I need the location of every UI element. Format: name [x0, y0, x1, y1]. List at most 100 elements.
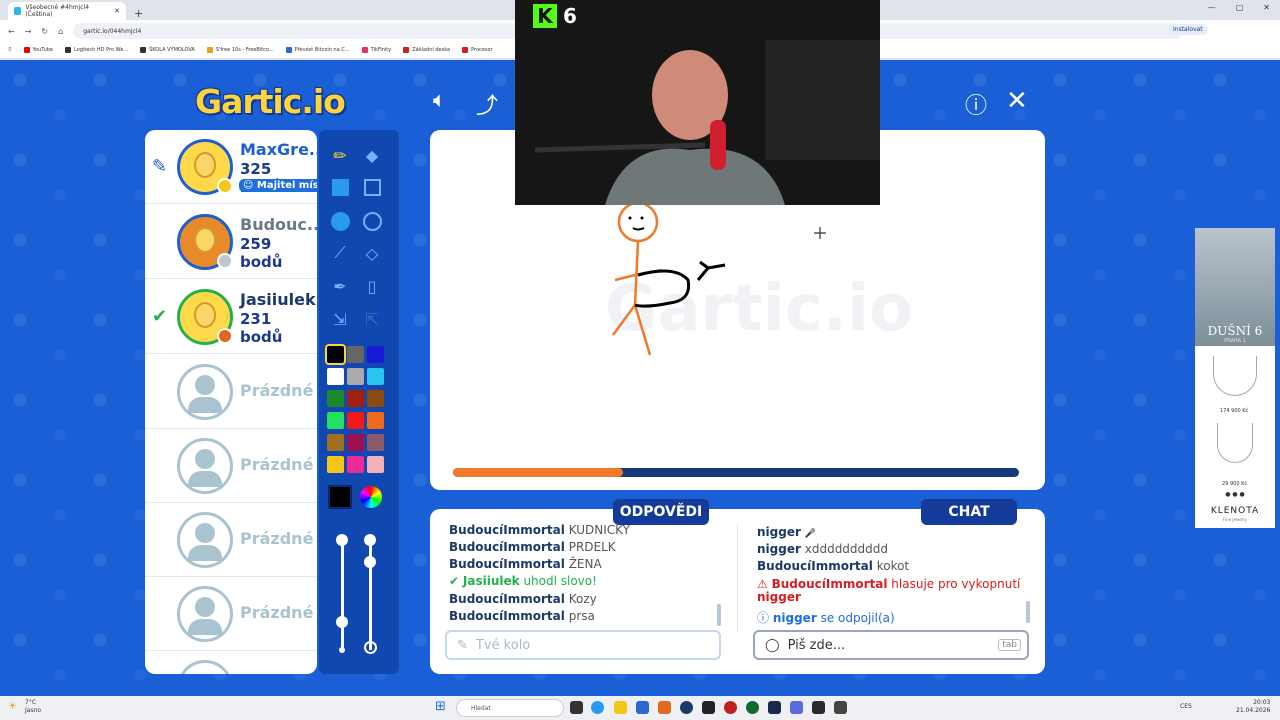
empty-slot-label: Prázdné: [240, 529, 314, 548]
line-tool-icon[interactable]: ⟋: [327, 240, 353, 266]
color-picker-icon[interactable]: [360, 486, 382, 508]
empty-avatar-icon: [177, 660, 233, 674]
color-swatch[interactable]: [327, 368, 344, 385]
empty-avatar-icon: [177, 586, 233, 642]
jewelry-ad[interactable]: DUŠNÍ 6 PRAHA 1 174 900 Kč 29 900 Kč ● ●…: [1195, 228, 1275, 528]
color-swatch[interactable]: [347, 456, 364, 473]
pencil-tool-icon[interactable]: ✏: [327, 142, 353, 168]
color-swatch[interactable]: [347, 434, 364, 451]
maximize-icon[interactable]: ▢: [1236, 3, 1244, 12]
weather-icon: ☀: [8, 701, 17, 712]
app-icon[interactable]: [658, 701, 671, 714]
redo-icon[interactable]: ⇱: [359, 306, 385, 332]
answer-input[interactable]: ✎ Tvé kolo: [445, 630, 721, 660]
size-slider-knob[interactable]: [336, 534, 348, 546]
chat-input[interactable]: ◯ Piš zde... tab: [753, 630, 1029, 660]
close-icon[interactable]: ✕: [1006, 86, 1028, 116]
color-swatch[interactable]: [327, 456, 344, 473]
close-tab-icon[interactable]: ✕: [114, 7, 120, 15]
bookmark-bitcoin[interactable]: Převést Bitcoin na C...: [285, 47, 350, 53]
color-swatch[interactable]: [367, 434, 384, 451]
color-swatch[interactable]: [347, 368, 364, 385]
app-icon[interactable]: [746, 701, 759, 714]
new-tab-icon[interactable]: +: [134, 7, 143, 20]
opacity-slider-knob[interactable]: [364, 534, 376, 546]
player-row[interactable]: Budouc... 259 bodů: [145, 205, 317, 279]
app-icon[interactable]: [812, 701, 825, 714]
opacity-slider-knob-high[interactable]: [364, 556, 376, 568]
home-icon[interactable]: ⌂: [58, 27, 63, 36]
circle-tool-icon[interactable]: [359, 208, 385, 234]
color-swatch[interactable]: [367, 390, 384, 407]
chrome-icon[interactable]: [591, 701, 604, 714]
color-swatch[interactable]: [347, 412, 364, 429]
player-row[interactable]: ✎ MaxGre... 325 bodů ☺ Majitel mís: [145, 130, 317, 204]
color-swatch[interactable]: [347, 346, 364, 363]
app-icon[interactable]: [834, 701, 847, 714]
task-view-icon[interactable]: [570, 701, 583, 714]
color-swatch[interactable]: [327, 390, 344, 407]
bookmark-procesor[interactable]: Procesor: [462, 47, 493, 53]
empty-avatar-icon: [177, 364, 233, 420]
warning-icon: ⚠: [757, 577, 768, 591]
color-swatch[interactable]: [367, 368, 384, 385]
forward-icon[interactable]: →: [25, 27, 32, 36]
answers-scrollbar[interactable]: [717, 604, 721, 626]
chat-scrollbar[interactable]: [1026, 601, 1030, 623]
bookmark-logitech[interactable]: Logitech HD Pro We...: [65, 47, 128, 53]
necklace-image: [1217, 423, 1253, 463]
player-row[interactable]: ✔ Jasiiulek 231 bodů: [145, 280, 317, 354]
info-icon[interactable]: ⓘ: [965, 88, 987, 120]
back-icon[interactable]: ←: [8, 27, 15, 36]
ad-store-name: DUŠNÍ 6: [1207, 324, 1263, 338]
weather-widget[interactable]: 7°C Jasno: [25, 699, 41, 715]
close-window-icon[interactable]: ✕: [1263, 3, 1270, 12]
clock[interactable]: 20:03 21.04.2026: [1236, 699, 1270, 715]
fill-bucket-icon[interactable]: ◇: [359, 240, 385, 266]
bookmark-freebitco[interactable]: S'free 10s - FreeBitco...: [206, 47, 274, 53]
filled-circle-tool-icon[interactable]: [327, 208, 353, 234]
eyedropper-icon[interactable]: ✒: [327, 273, 353, 299]
bookmark-tikfinity[interactable]: TikFinity: [361, 47, 391, 53]
app-icon[interactable]: [680, 701, 693, 714]
reload-icon[interactable]: ↻: [41, 27, 48, 36]
app-icon[interactable]: [724, 701, 737, 714]
rect-tool-icon[interactable]: [359, 174, 385, 200]
install-button[interactable]: Instalovat: [1168, 24, 1208, 35]
language-indicator[interactable]: CES: [1180, 703, 1192, 710]
empty-slot-label: Prázdné: [240, 381, 314, 400]
check-icon: ✔: [152, 306, 168, 327]
color-swatch[interactable]: [367, 456, 384, 473]
color-swatch[interactable]: [367, 346, 384, 363]
brush-size-large-icon: [364, 641, 377, 654]
color-swatch[interactable]: [367, 412, 384, 429]
color-swatch[interactable]: [325, 344, 346, 365]
minimize-icon[interactable]: —: [1208, 3, 1216, 12]
start-icon[interactable]: ⊞: [435, 699, 446, 714]
filled-rect-tool-icon[interactable]: [327, 174, 353, 200]
mail-icon[interactable]: [636, 701, 649, 714]
bookmark-zakladni-deska[interactable]: Základní deska: [403, 47, 450, 53]
discord-icon[interactable]: [790, 701, 803, 714]
color-swatch[interactable]: [327, 434, 344, 451]
size-slider[interactable]: [341, 540, 344, 650]
share-icon[interactable]: ⤴: [476, 88, 498, 120]
undo-icon[interactable]: ⇲: [327, 306, 353, 332]
color-swatch[interactable]: [327, 412, 344, 429]
eraser-tool-icon[interactable]: ◆: [359, 142, 385, 168]
bookmark-skola[interactable]: ŠKOLA VÝMOLOVA: [140, 47, 195, 53]
file-explorer-icon[interactable]: [614, 701, 627, 714]
sound-icon[interactable]: 🔈︎: [433, 88, 446, 113]
steam-icon[interactable]: [768, 701, 781, 714]
page-icon[interactable]: ▯: [359, 273, 385, 299]
chat-tab[interactable]: CHAT: [921, 499, 1017, 525]
answers-tab[interactable]: ODPOVĚDI: [613, 499, 709, 525]
chat-message: nigger 🎤: [757, 525, 816, 539]
color-swatch[interactable]: [347, 390, 364, 407]
browser-tab[interactable]: Všeobecné #4hmjcl4 (Čeština) ✕: [8, 2, 126, 20]
taskbar-search[interactable]: Hledat: [456, 699, 564, 717]
app-icon[interactable]: [702, 701, 715, 714]
size-slider-knob-low[interactable]: [336, 616, 348, 628]
bookmark-youtube[interactable]: YouTube: [23, 47, 53, 53]
apps-icon[interactable]: ⠿: [8, 47, 12, 53]
